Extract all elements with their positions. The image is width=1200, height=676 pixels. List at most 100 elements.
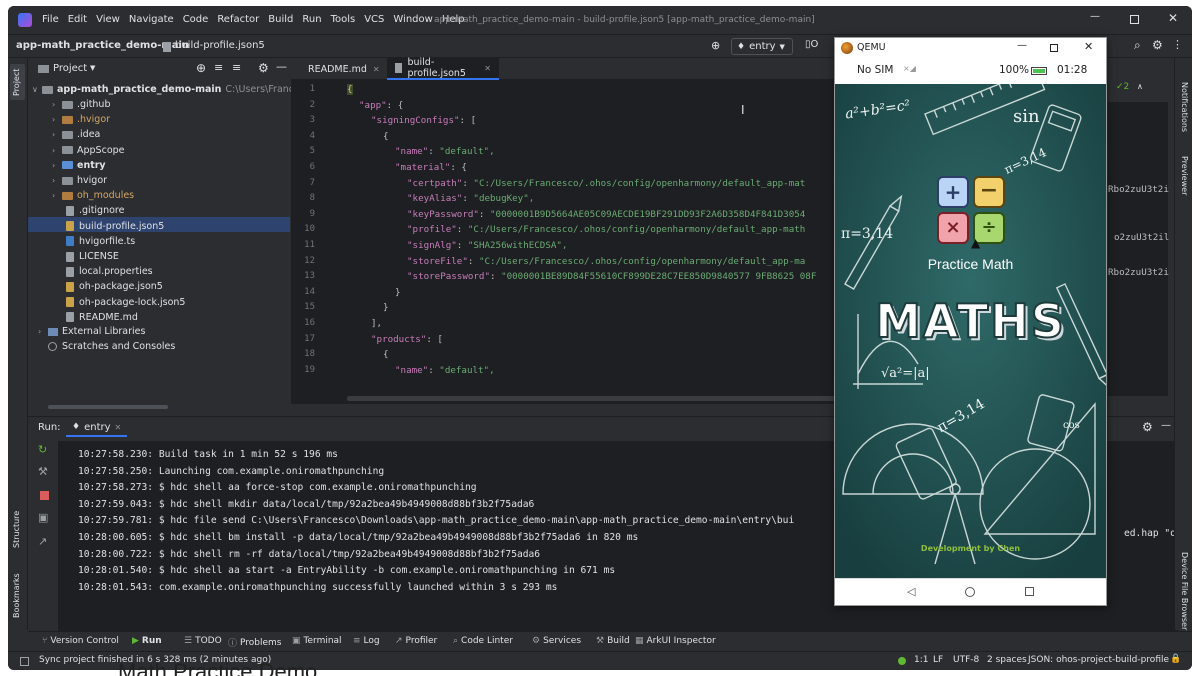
back-button[interactable]: ◁ bbox=[907, 585, 915, 598]
close-icon[interactable]: ✕ bbox=[484, 64, 491, 73]
previewer-tool-label[interactable]: Previewer bbox=[1180, 156, 1189, 195]
code-line[interactable]: "profile": "C:/Users/Francesco/.ohos/con… bbox=[407, 224, 805, 235]
inspection-widget[interactable]: ✓2 bbox=[1116, 82, 1129, 92]
rerun-icon[interactable]: ↻ bbox=[38, 443, 47, 456]
bottom-tab-profiler[interactable]: ↗ Profiler bbox=[395, 636, 437, 646]
project-tree-item[interactable]: .gitignore bbox=[66, 203, 124, 218]
home-button[interactable] bbox=[965, 587, 975, 597]
status-ok-icon[interactable] bbox=[898, 657, 906, 665]
minimize-button[interactable]: — bbox=[1090, 11, 1100, 22]
project-tree-item[interactable]: › .idea bbox=[52, 127, 100, 142]
hide-panel-icon[interactable]: — bbox=[276, 60, 287, 73]
run-tab-entry[interactable]: ♦ entry ✕ bbox=[66, 419, 128, 437]
bottom-tab-version-control[interactable]: ⑂ Version Control bbox=[42, 636, 119, 646]
code-line[interactable]: "name": "default", bbox=[395, 146, 495, 157]
code-line[interactable]: "name": "default", bbox=[395, 365, 495, 376]
code-line[interactable]: "storeFile": "C:/Users/Francesco/.ohos/c… bbox=[407, 256, 805, 267]
json-schema[interactable]: JSON: ohos-project-build-profile bbox=[1028, 655, 1169, 665]
gear-icon[interactable]: ⚙ bbox=[258, 61, 269, 75]
app-splash-screen[interactable]: a²+b²=c² π=3,14 π=3,14 √a²=|a| π=3,14 si… bbox=[835, 84, 1106, 578]
tab-build-profile[interactable]: build-profile.json5 ✕ bbox=[387, 57, 499, 80]
menu-item-tools[interactable]: Tools bbox=[331, 14, 356, 25]
status-panel-icon[interactable] bbox=[20, 657, 29, 666]
minimize-button[interactable]: — bbox=[1017, 40, 1027, 51]
code-line[interactable]: "material": { bbox=[395, 162, 467, 173]
project-tree-item[interactable]: › .github bbox=[52, 97, 111, 112]
bottom-tab-code-linter[interactable]: ⌕ Code Linter bbox=[453, 636, 513, 646]
file-encoding[interactable]: UTF-8 bbox=[953, 655, 979, 665]
menu-item-edit[interactable]: Edit bbox=[68, 14, 87, 25]
code-line[interactable]: } bbox=[395, 287, 401, 298]
menu-item-code[interactable]: Code bbox=[183, 14, 209, 25]
notifications-tool-label[interactable]: Notifications bbox=[1180, 82, 1189, 132]
chevron-up-icon[interactable]: ∧ bbox=[1137, 82, 1143, 91]
menu-item-build[interactable]: Build bbox=[268, 14, 293, 25]
code-line[interactable]: "signingConfigs": [ bbox=[371, 115, 476, 126]
code-line[interactable]: "app": { bbox=[359, 100, 403, 111]
menu-item-view[interactable]: View bbox=[96, 14, 120, 25]
menu-item-vcs[interactable]: VCS bbox=[364, 14, 384, 25]
menu-item-file[interactable]: File bbox=[42, 14, 59, 25]
layout-icon[interactable]: ▣ bbox=[38, 511, 48, 524]
gear-icon[interactable]: ⚙ bbox=[1142, 420, 1153, 434]
collapse-all-icon[interactable]: ≡ bbox=[232, 61, 241, 74]
bottom-tab-build[interactable]: ⚒ Build bbox=[596, 636, 630, 646]
more-icon[interactable]: ⋮ bbox=[1172, 38, 1183, 51]
project-tree-item[interactable]: oh-package-lock.json5 bbox=[66, 295, 185, 310]
maximize-button[interactable] bbox=[1050, 44, 1058, 52]
project-tree-item[interactable]: › entry bbox=[52, 158, 106, 173]
locate-icon[interactable]: ⊕ bbox=[196, 61, 206, 75]
project-tree-item[interactable]: › .hvigor bbox=[52, 112, 110, 127]
bottom-tab-problems[interactable]: ⓘ Problems bbox=[228, 636, 282, 650]
project-tree-item[interactable]: › hvigor bbox=[52, 173, 107, 188]
chevron-down-icon[interactable]: ▼ bbox=[90, 64, 95, 72]
project-tree-item[interactable]: README.md bbox=[66, 310, 138, 325]
device-selector[interactable]: ▯O bbox=[805, 39, 818, 50]
project-tree-item[interactable]: › oh_modules bbox=[52, 188, 134, 203]
bottom-tab-services[interactable]: ⚙ Services bbox=[532, 636, 581, 646]
code-line[interactable]: "keyPassword": "0000001B9D5664AE05C09AEC… bbox=[407, 209, 805, 220]
cursor-position[interactable]: 1:1 bbox=[914, 655, 928, 665]
bottom-tab-log[interactable]: ≡ Log bbox=[353, 636, 380, 646]
hide-panel-icon[interactable]: — bbox=[1161, 420, 1171, 431]
close-icon[interactable]: ✕ bbox=[373, 65, 380, 74]
project-tree-item[interactable]: local.properties bbox=[66, 264, 153, 279]
horizontal-scrollbar[interactable] bbox=[48, 405, 168, 409]
bottom-tab-run[interactable]: ▶ Run bbox=[132, 636, 162, 646]
close-icon[interactable]: ✕ bbox=[115, 423, 122, 432]
gear-icon[interactable]: ⚙ bbox=[1152, 38, 1163, 52]
project-tree-item[interactable]: LICENSE bbox=[66, 249, 119, 264]
search-icon[interactable]: ⌕ bbox=[1134, 38, 1141, 53]
project-root[interactable]: ∨ app-math_practice_demo-main C:\Users\F… bbox=[32, 82, 332, 97]
close-button[interactable]: ✕ bbox=[1084, 40, 1093, 53]
code-line[interactable]: ], bbox=[371, 318, 382, 329]
code-line[interactable]: { bbox=[347, 84, 353, 95]
code-line[interactable]: "storePassword": "0000001BE89D84F55610CF… bbox=[407, 271, 816, 282]
project-tree-item[interactable]: hvigorfile.ts bbox=[66, 234, 135, 249]
wrench-icon[interactable]: ⚒ bbox=[38, 465, 48, 478]
code-line[interactable]: "signAlg": "SHA256withECDSA", bbox=[407, 240, 567, 251]
menu-item-window[interactable]: Window bbox=[393, 14, 432, 25]
lock-icon[interactable]: 🔒 bbox=[1170, 654, 1181, 664]
bookmarks-tool-label[interactable]: Bookmarks bbox=[12, 573, 21, 618]
menu-item-refactor[interactable]: Refactor bbox=[217, 14, 259, 25]
recents-button[interactable] bbox=[1025, 587, 1034, 596]
breadcrumb-file[interactable]: build-profile.json5 bbox=[175, 40, 265, 51]
indent-setting[interactable]: 2 spaces bbox=[987, 655, 1027, 665]
menu-item-run[interactable]: Run bbox=[302, 14, 321, 25]
device-file-browser-label[interactable]: Device File Browser bbox=[1180, 552, 1189, 630]
project-tree-item[interactable]: build-profile.json5 bbox=[66, 219, 164, 234]
code-line[interactable]: "keyAlias": "debugKey", bbox=[407, 193, 534, 204]
code-line[interactable]: "certpath": "C:/Users/Francesco/.ohos/co… bbox=[407, 178, 805, 189]
project-tree-item[interactable]: oh-package.json5 bbox=[66, 279, 163, 294]
tab-readme[interactable]: README.md ✕ bbox=[295, 58, 385, 80]
code-line[interactable]: { bbox=[383, 131, 389, 142]
maximize-button[interactable] bbox=[1130, 15, 1139, 24]
menu-item-navigate[interactable]: Navigate bbox=[129, 14, 174, 25]
code-line[interactable]: } bbox=[383, 302, 389, 313]
close-button[interactable]: ✕ bbox=[1168, 11, 1178, 25]
bottom-tab-terminal[interactable]: ▣ Terminal bbox=[292, 636, 342, 646]
bottom-tab-arkui-inspector[interactable]: ▦ ArkUI Inspector bbox=[635, 636, 716, 646]
run-config-selector[interactable]: ♦ entry ▼ bbox=[731, 38, 793, 55]
scratches-and-consoles[interactable]: Scratches and Consoles bbox=[48, 339, 175, 354]
